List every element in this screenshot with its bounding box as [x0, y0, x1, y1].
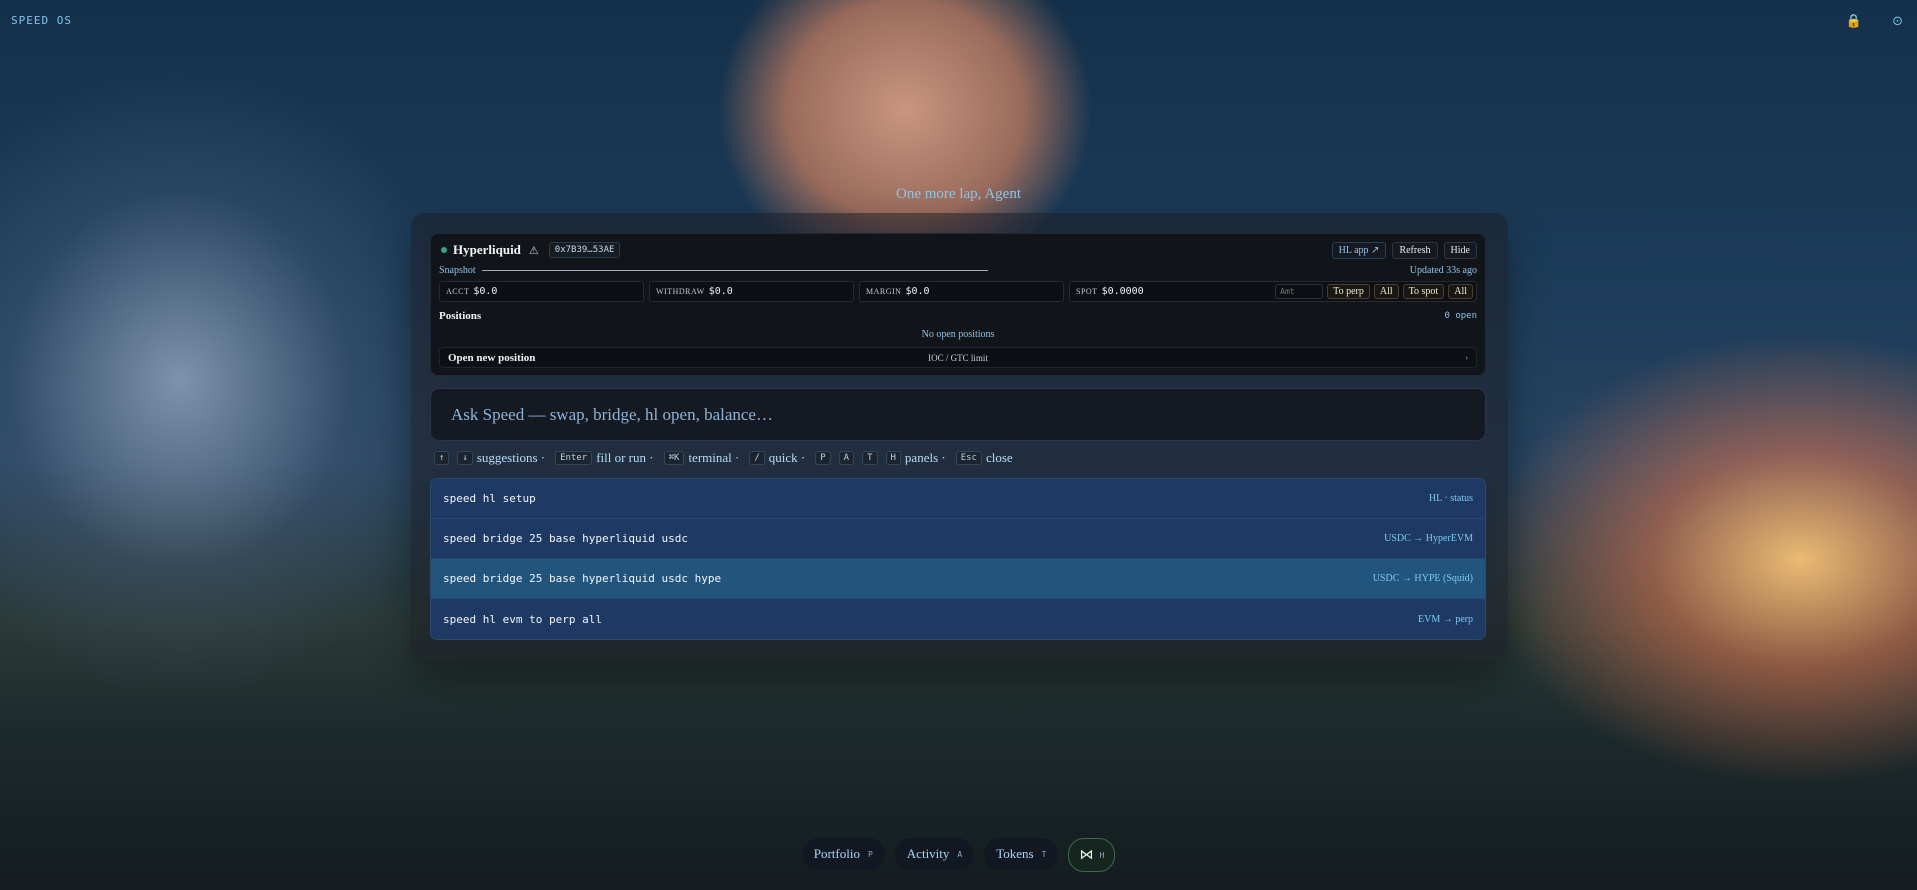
dock-shortcut: H: [1099, 850, 1105, 860]
chevron-right-icon: ›: [1465, 353, 1468, 362]
hl-app-button[interactable]: HL app ↗: [1331, 241, 1387, 259]
hide-button[interactable]: Hide: [1443, 241, 1477, 259]
dock-shortcut: P: [867, 849, 873, 859]
metric-label: MARGIN: [866, 287, 902, 296]
wallet-address[interactable]: 0x7B39…53AE: [548, 242, 621, 258]
top-icons: 🔒 ⊙: [1846, 14, 1903, 29]
metric-spot: SPOT $0.0000 To perp All To spot All: [1069, 281, 1477, 302]
status-dot-icon: [441, 247, 447, 253]
metric-withdraw: WITHDRAW $0.0: [649, 281, 854, 302]
hl-panel-title: Hyperliquid: [453, 242, 521, 257]
dock-shortcut: T: [1041, 849, 1047, 859]
arrow-up-key: ↑: [434, 451, 450, 465]
dock-shortcut: A: [957, 849, 963, 859]
metric-label: ACCT: [446, 287, 470, 296]
updated-timestamp: Updated 33s ago: [1409, 264, 1477, 276]
suggestion-tag: USDC → HYPE (Squid): [1372, 573, 1473, 584]
metric-label: WITHDRAW: [656, 287, 705, 296]
open-position-label: Open new position: [448, 351, 536, 364]
hint-text: fill or run ·: [596, 450, 654, 465]
warning-icon[interactable]: ⚠: [529, 244, 539, 257]
all-perp-button[interactable]: All: [1373, 284, 1399, 299]
arrow-down-key: ↓: [457, 451, 473, 465]
open-position-toggle[interactable]: Open new position IOC / GTC limit ›: [439, 347, 1477, 368]
metric-acct: ACCT $0.0: [439, 281, 644, 302]
hyperliquid-panel: Hyperliquid ⚠ 0x7B39…53AE HL app ↗ Refre…: [430, 233, 1486, 376]
h-key: H: [885, 451, 901, 465]
dock-hyperliquid-button[interactable]: ⋈ H: [1068, 838, 1116, 872]
keyboard-hints: ↑ ↓ suggestions · Enter fill or run · ⌘K…: [430, 449, 1019, 467]
suggestion-command: speed hl evm to perp all: [443, 612, 602, 626]
suggestion-item[interactable]: speed bridge 25 base hyperliquid usdc US…: [431, 519, 1485, 559]
metrics-row: ACCT $0.0 WITHDRAW $0.0 MARGIN $0.0 SPOT…: [439, 281, 1477, 302]
to-perp-button[interactable]: To perp: [1327, 284, 1370, 299]
suggestion-item[interactable]: speed hl setup HL · status: [431, 479, 1485, 519]
ask-input[interactable]: [431, 389, 1485, 440]
suggestion-item-selected[interactable]: speed bridge 25 base hyperliquid usdc hy…: [431, 559, 1485, 599]
snapshot-label: Snapshot: [439, 264, 476, 276]
dock-label: Tokens: [996, 846, 1034, 861]
p-key: P: [815, 451, 831, 465]
suggestion-command: speed bridge 25 base hyperliquid usdc hy…: [443, 572, 722, 585]
hyperliquid-logo-icon: ⋈: [1079, 847, 1094, 863]
metric-margin: MARGIN $0.0: [859, 281, 1064, 302]
dock-label: Portfolio: [813, 846, 860, 861]
a-key: A: [838, 451, 855, 465]
metric-label: SPOT: [1076, 287, 1098, 296]
greeting: One more lap, Agent: [896, 186, 1021, 202]
dock-tokens-button[interactable]: Tokens T: [984, 838, 1059, 870]
metric-value: $0.0: [473, 286, 498, 297]
dock: Portfolio P Activity A Tokens T ⋈ H: [0, 838, 1917, 872]
to-spot-button[interactable]: To spot: [1402, 284, 1445, 299]
suggestion-tag: HL · status: [1428, 493, 1473, 504]
snapshot-progress: [481, 269, 988, 271]
refresh-button[interactable]: Refresh: [1392, 241, 1438, 259]
suggestion-command: speed bridge 25 base hyperliquid usdc: [443, 532, 689, 545]
all-spot-button[interactable]: All: [1448, 284, 1473, 299]
ask-bar: [430, 388, 1486, 441]
status-icon[interactable]: ⊙: [1892, 14, 1903, 29]
cmd-k-key: ⌘K: [663, 451, 685, 465]
wordmark: SPEED OS: [11, 14, 72, 27]
dock-activity-button[interactable]: Activity A: [894, 838, 975, 870]
hint-text: panels ·: [904, 450, 946, 465]
metric-value: $0.0000: [1101, 286, 1144, 297]
suggestion-tag: USDC → HyperEVM: [1384, 533, 1473, 544]
snapshot-row: Snapshot Updated 33s ago: [439, 264, 1477, 276]
amount-input[interactable]: [1275, 284, 1324, 299]
hint-text: suggestions ·: [476, 450, 546, 465]
positions-title: Positions: [439, 310, 482, 322]
t-key: T: [862, 451, 878, 465]
positions-count: 0 open: [1444, 311, 1477, 321]
metric-value: $0.0: [905, 286, 930, 297]
hint-text: terminal ·: [688, 450, 740, 465]
hint-text: quick ·: [768, 450, 806, 465]
dock-portfolio-button[interactable]: Portfolio P: [801, 838, 885, 870]
suggestion-item[interactable]: speed hl evm to perp all EVM → perp: [431, 599, 1485, 639]
suggestion-tag: EVM → perp: [1418, 613, 1473, 625]
suggestion-list: speed hl setup HL · status speed bridge …: [430, 478, 1486, 640]
slash-key: /: [749, 451, 765, 465]
order-mode-label: IOC / GTC limit: [928, 352, 988, 363]
hl-panel-header: Hyperliquid ⚠ 0x7B39…53AE HL app ↗ Refre…: [441, 240, 1477, 260]
suggestion-command: speed hl setup: [443, 492, 536, 505]
esc-key: Esc: [955, 451, 982, 465]
lock-icon[interactable]: 🔒: [1846, 14, 1862, 29]
dock-label: Activity: [906, 846, 950, 861]
no-positions-message: No open positions: [921, 329, 995, 340]
hint-text: close: [985, 450, 1013, 465]
positions-header: Positions 0 open: [439, 309, 1477, 323]
enter-key: Enter: [555, 451, 593, 465]
metric-value: $0.0: [708, 286, 733, 297]
